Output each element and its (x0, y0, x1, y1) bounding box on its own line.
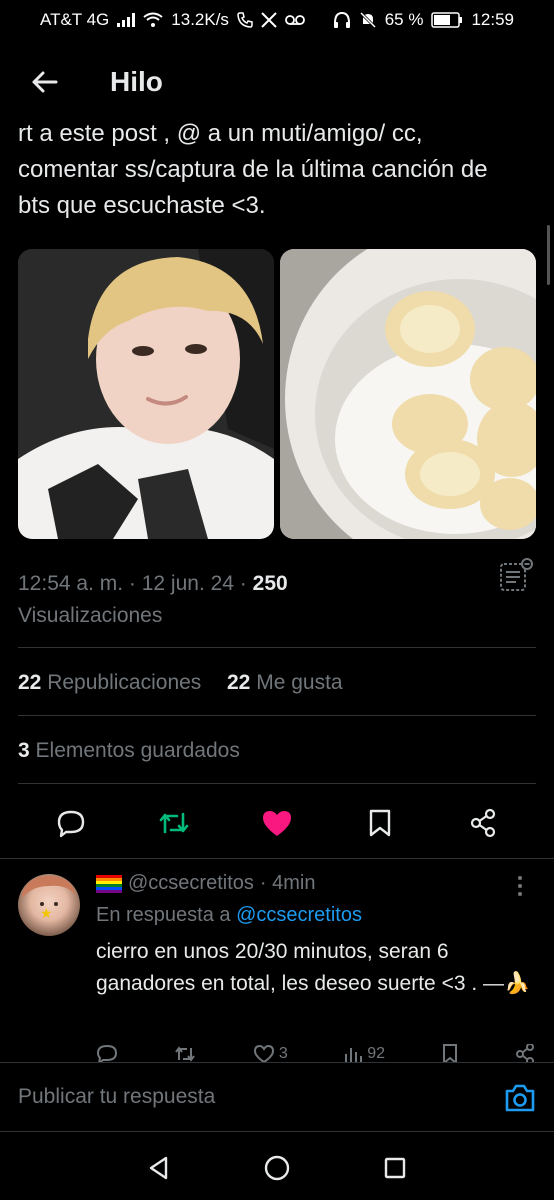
reply-time: · 4min (259, 872, 316, 894)
reply-handle[interactable]: @ccsecretitos (128, 872, 254, 895)
engagement-row: 22 Republicaciones 22 Me gusta (18, 671, 343, 695)
voicemail-icon (285, 14, 305, 26)
post-text: rt a este post , @ a un muti/amigo/ cc, … (18, 120, 488, 219)
battery-percent: 65 % (384, 10, 424, 29)
nav-recents-icon (384, 1157, 406, 1179)
phone-icon (237, 12, 253, 28)
reply-composer[interactable]: Publicar tu respuesta (0, 1062, 554, 1132)
reply-repost-button[interactable] (173, 1044, 197, 1064)
post-media-grid (18, 249, 536, 539)
bookmark-button[interactable] (358, 801, 402, 845)
more-button[interactable] (510, 874, 530, 898)
post-actions (0, 800, 554, 846)
clock: 12:59 (471, 10, 514, 29)
network-speed: 13.2K/s (171, 10, 229, 29)
scrollbar[interactable] (547, 225, 550, 285)
post-image-portrait[interactable] (18, 249, 274, 539)
reply-like-count: 3 (278, 1045, 288, 1062)
page-title: Hilo (110, 66, 163, 97)
nav-recents-button[interactable] (375, 1148, 415, 1188)
divider (0, 858, 554, 859)
reply-text: cierro en unos 20/30 minutos, seran 6 ga… (96, 940, 531, 995)
more-icon (518, 876, 522, 896)
reply-icon (96, 1044, 118, 1064)
reply-button[interactable] (49, 801, 93, 845)
saves-stat[interactable]: 3 Elementos guardados (18, 739, 240, 763)
nav-home-button[interactable] (257, 1148, 297, 1188)
carrier-label: AT&T 4G (40, 10, 110, 29)
likes-stat[interactable]: 22 Me gusta (227, 671, 343, 694)
heart-icon (262, 811, 291, 836)
post-timestamp: 12:54 a. m. · 12 jun. 24 · (18, 572, 253, 595)
nav-back-icon (149, 1156, 168, 1180)
camera-icon (505, 1084, 535, 1112)
x-logo-icon (261, 12, 277, 28)
svg-text:★: ★ (40, 905, 53, 921)
like-button[interactable] (255, 801, 299, 845)
battery-icon (431, 12, 463, 28)
bookmark-icon (369, 809, 390, 837)
divider (18, 715, 536, 716)
avatar[interactable]: ★ (18, 874, 80, 936)
share-icon (470, 808, 495, 838)
headphones-icon (333, 11, 351, 29)
back-button[interactable] (24, 62, 64, 102)
mute-icon (359, 11, 377, 29)
divider (18, 647, 536, 648)
reply-views-button[interactable]: 92 (343, 1044, 385, 1064)
nav-home-icon (264, 1155, 290, 1181)
reply-reply-button[interactable] (96, 1044, 118, 1064)
views-label: Visualizaciones (18, 604, 163, 627)
repost-icon (175, 1046, 196, 1062)
top-app-bar: Hilo (0, 48, 554, 116)
heart-icon (253, 1044, 274, 1064)
reply-views-count: 92 (367, 1045, 386, 1062)
share-button[interactable] (461, 801, 505, 845)
analytics-button[interactable] (498, 558, 534, 594)
views-count: 250 (252, 572, 288, 595)
divider (18, 783, 536, 784)
reposts-stat[interactable]: 22 Republicaciones (18, 671, 201, 694)
reply-share-button[interactable] (514, 1044, 536, 1064)
reply-header: @ccsecretitos · 4min (96, 872, 315, 895)
views-icon (345, 1048, 363, 1062)
back-arrow-icon (32, 71, 58, 93)
post-image-bowl[interactable] (280, 249, 536, 539)
share-icon (515, 1044, 534, 1064)
in-reply-to: En respuesta a @ccsecretitos (96, 904, 362, 926)
reply-bookmark-button[interactable] (441, 1044, 459, 1064)
post-meta: 12:54 a. m. · 12 jun. 24 · 250 Visualiza… (18, 568, 468, 632)
reply-like-button[interactable]: 3 (253, 1044, 288, 1064)
wifi-icon (143, 12, 163, 28)
reply-actions: 3 92 (96, 1044, 536, 1064)
reply-icon (58, 810, 85, 838)
camera-button[interactable] (504, 1083, 536, 1113)
rainbow-flag-icon (96, 874, 122, 893)
in-reply-link[interactable]: @ccsecretitos (236, 904, 362, 926)
reply-input-placeholder[interactable]: Publicar tu respuesta (18, 1085, 215, 1109)
repost-button[interactable] (152, 801, 196, 845)
system-nav-bar (0, 1136, 554, 1200)
bookmark-icon (442, 1044, 457, 1064)
status-bar: AT&T 4G 13.2K/s 65 % 12:59 (0, 0, 554, 40)
signal-icon (117, 13, 136, 27)
repost-icon (159, 812, 189, 834)
analytics-icon (500, 558, 533, 591)
nav-back-button[interactable] (139, 1148, 179, 1188)
